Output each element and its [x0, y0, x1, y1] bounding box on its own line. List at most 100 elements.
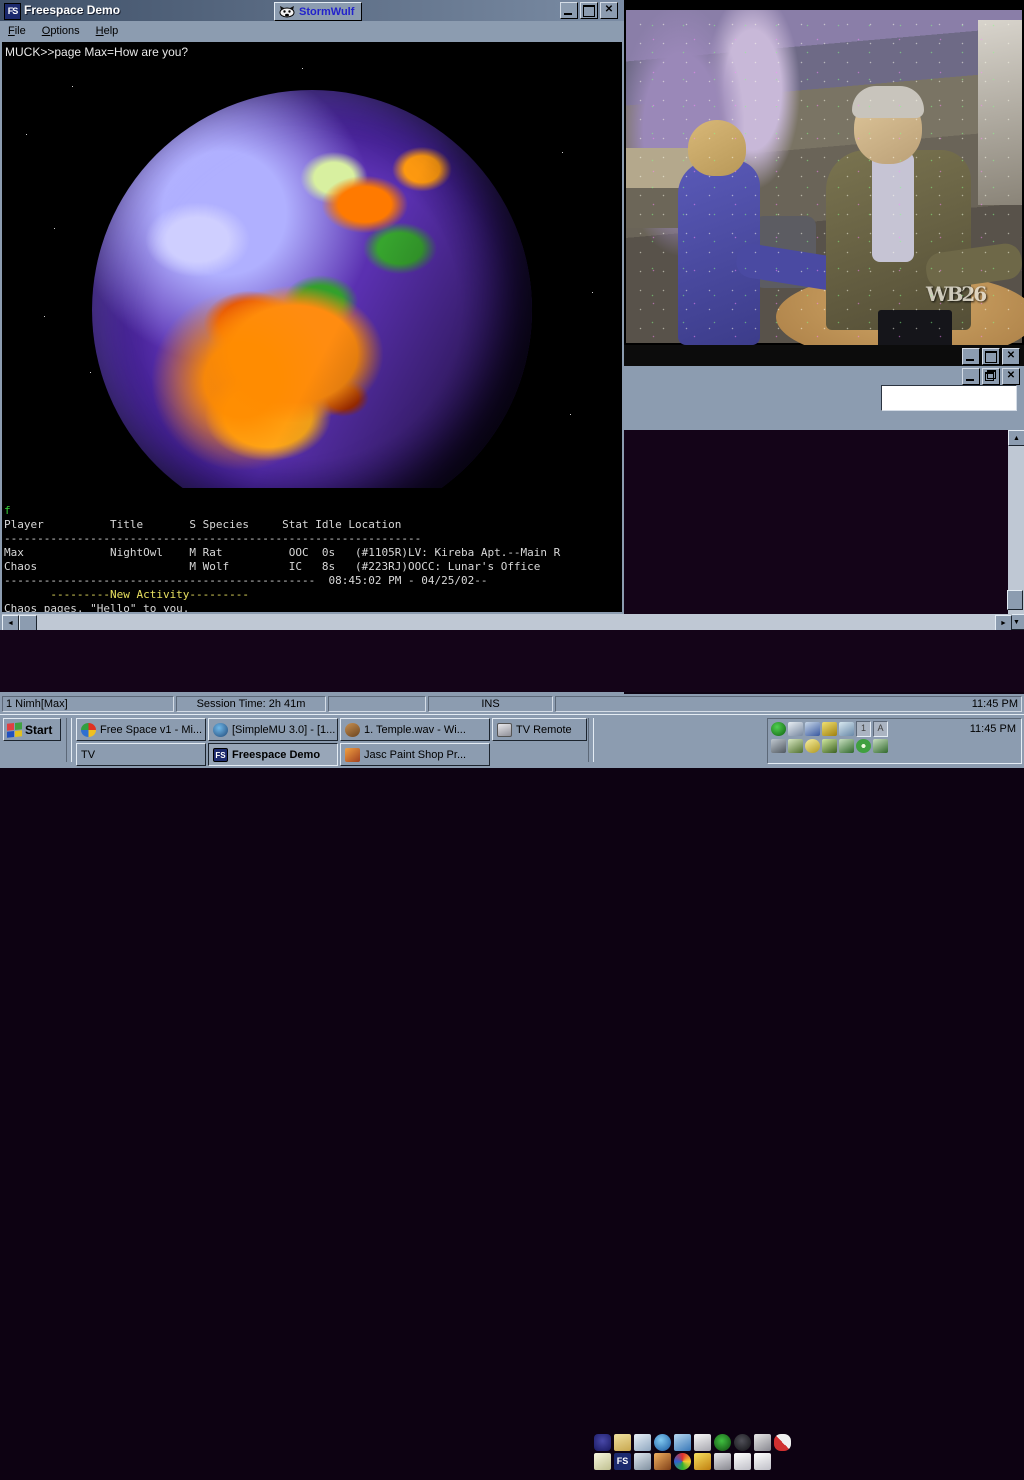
background-window-c[interactable]: ✕: [624, 366, 1024, 430]
task-button-freespace-demo[interactable]: FS Freespace Demo: [208, 743, 338, 766]
globe-image: [2, 42, 622, 488]
muck-console[interactable]: MUCK>>page Max=How are you? f Player Tit…: [2, 42, 622, 612]
freespace-icon[interactable]: FS: [614, 1453, 631, 1470]
menu-options[interactable]: Options: [34, 24, 88, 38]
window-title: Freespace Demo: [24, 3, 121, 17]
lightning-icon[interactable]: [694, 1453, 711, 1470]
palette-icon[interactable]: [674, 1453, 691, 1470]
maximize-button[interactable]: [580, 2, 598, 19]
scroll-up-arrow[interactable]: ▲: [1008, 430, 1024, 446]
menu-help[interactable]: Help: [88, 24, 127, 38]
internet-explorer-icon[interactable]: [654, 1434, 671, 1451]
task-button-label: TV: [81, 748, 96, 761]
titlebar[interactable]: FS Freespace Demo StormWulf ✕: [0, 0, 624, 21]
taskbar[interactable]: Start Free Space v1 - Mi... [SimpleMU 3.…: [0, 714, 1024, 1470]
shield-icon[interactable]: [822, 739, 837, 753]
muck-row-chaos: Chaos M Wolf IC 8s (#223RJ)OOCC: Lunar's…: [4, 560, 541, 573]
fax-icon[interactable]: [788, 722, 803, 736]
network-icon[interactable]: [674, 1434, 691, 1451]
maximize-button[interactable]: [982, 348, 1000, 365]
folder-icon[interactable]: [614, 1434, 631, 1451]
restore-button[interactable]: [982, 368, 1000, 385]
computer-icon[interactable]: [714, 1453, 731, 1470]
scroll-right-arrow[interactable]: ►: [995, 615, 1012, 631]
tv-video-window[interactable]: WB26: [624, 0, 1024, 345]
battery-icon[interactable]: [788, 739, 803, 753]
close-button[interactable]: ✕: [600, 2, 618, 19]
tray-clock[interactable]: 11:45 PM: [970, 723, 1016, 735]
system-tray[interactable]: 1 A 11:45 PM: [767, 718, 1022, 764]
start-button-label: Start: [25, 722, 53, 737]
menu-file-accel: F: [8, 25, 15, 37]
flower-icon[interactable]: [856, 739, 871, 753]
freespace-demo-window[interactable]: FS Freespace Demo StormWulf ✕ File Optio…: [0, 0, 624, 715]
printer-icon[interactable]: [754, 1434, 771, 1451]
menu-options-label: ptions: [50, 25, 80, 37]
task-button-tv[interactable]: TV: [76, 743, 206, 766]
window-controls[interactable]: ✕: [560, 2, 618, 19]
horizontal-scrollbar[interactable]: ◄ ►: [2, 614, 1012, 631]
taskbar-separator-2: [588, 718, 594, 762]
muck-divider-bottom: ----------------------------------------…: [4, 574, 488, 587]
text-input-field[interactable]: [881, 385, 1017, 411]
network2-icon[interactable]: [839, 739, 854, 753]
display-icon[interactable]: [805, 722, 820, 736]
lower-dark-output-pane: [0, 630, 1024, 692]
start-button[interactable]: Start: [3, 718, 61, 741]
tray-row-1: 1 A 11:45 PM: [768, 719, 1021, 737]
vertical-scrollbar[interactable]: ▲ ▼: [1007, 430, 1024, 630]
globe-monitor-icon[interactable]: [714, 1434, 731, 1451]
task-button-label: Freespace Demo: [232, 748, 321, 761]
quick-launch-row-1: [594, 1432, 794, 1451]
task-button-paint-shop-pro[interactable]: Jasc Paint Shop Pr...: [340, 743, 490, 766]
stormwulf-tab[interactable]: StormWulf: [274, 2, 363, 21]
minimize-button[interactable]: [962, 348, 980, 365]
car-icon[interactable]: [771, 739, 786, 753]
status-bar: 1 Nimh[Max] Session Time: 2h 41m INS 11:…: [0, 694, 1024, 714]
simplemu-icon: [213, 722, 228, 737]
paint-icon[interactable]: [634, 1453, 651, 1470]
window-b-controls[interactable]: ✕: [962, 348, 1020, 365]
window-c-controls[interactable]: ✕: [962, 368, 1020, 385]
globe-icon[interactable]: [771, 722, 786, 736]
hscrollbar-thumb[interactable]: [19, 615, 37, 631]
scrollbar-thumb[interactable]: [1007, 590, 1023, 610]
wolf-icon: [279, 5, 295, 18]
help-icon[interactable]: [594, 1453, 611, 1470]
menubar[interactable]: File Options Help: [0, 22, 624, 40]
close-button[interactable]: ✕: [1002, 368, 1020, 385]
task-button-tv-remote[interactable]: TV Remote: [492, 718, 587, 741]
muck-new-activity: ---------New Activity---------: [4, 588, 250, 601]
mailbox-icon[interactable]: [694, 1434, 711, 1451]
volume-icon[interactable]: [822, 722, 837, 736]
document-icon[interactable]: [734, 1453, 751, 1470]
scroll-left-arrow[interactable]: ◄: [2, 615, 19, 631]
task-button-free-space[interactable]: Free Space v1 - Mi...: [76, 718, 206, 741]
camera-icon[interactable]: [734, 1434, 751, 1451]
quick-launch-tray[interactable]: FS: [594, 1432, 794, 1480]
pills-icon[interactable]: [774, 1434, 791, 1451]
minimize-button[interactable]: [560, 2, 578, 19]
minimize-button[interactable]: [962, 368, 980, 385]
globe-rim-highlight: [92, 90, 532, 488]
taskbar-separator: [66, 718, 72, 762]
media-player-icon: [345, 722, 360, 737]
brush-icon[interactable]: [654, 1453, 671, 1470]
notepad-pencil-icon[interactable]: [634, 1434, 651, 1451]
close-button[interactable]: ✕: [1002, 348, 1020, 365]
bulb-icon[interactable]: [805, 739, 820, 753]
muck-last-message: Chaos pages, "Hello" to you.: [4, 602, 190, 612]
stormwulf-tab-label: StormWulf: [299, 5, 355, 18]
tray-indicator-1[interactable]: 1: [856, 721, 871, 737]
face-icon[interactable]: [594, 1434, 611, 1451]
quick-launch-row-2: FS: [594, 1451, 794, 1470]
computer-icon: [497, 722, 512, 737]
tray-indicator-a[interactable]: A: [873, 721, 888, 737]
task-button-simplemu[interactable]: [SimpleMU 3.0] - [1...: [208, 718, 338, 741]
menu-file[interactable]: File: [0, 24, 34, 38]
background-window-b-titlebar[interactable]: ✕: [624, 345, 1024, 367]
network3-icon[interactable]: [873, 739, 888, 753]
document2-icon[interactable]: [754, 1453, 771, 1470]
hand-icon[interactable]: [839, 722, 854, 736]
task-button-temple-wav[interactable]: 1. Temple.wav - Wi...: [340, 718, 490, 741]
